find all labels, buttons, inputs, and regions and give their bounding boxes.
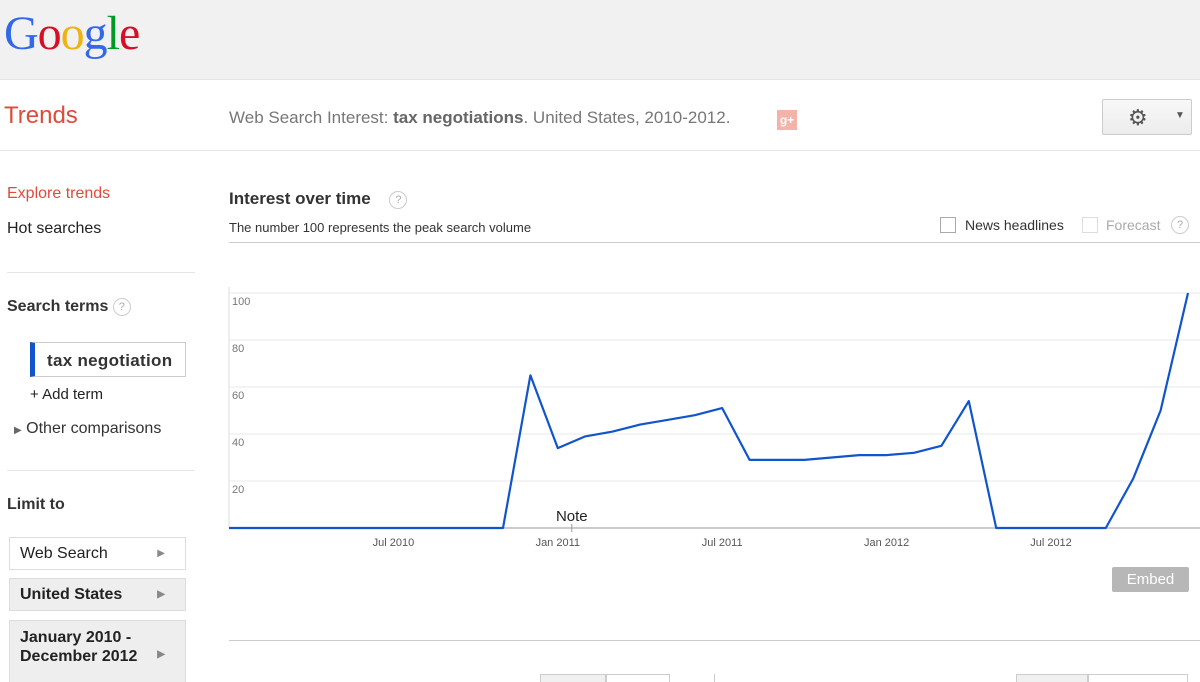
y-tick-label: 20 — [232, 484, 244, 496]
section-divider — [229, 640, 1200, 641]
divider — [714, 674, 715, 682]
y-tick-label: 80 — [232, 343, 244, 355]
x-tick-label: Jul 2010 — [373, 537, 415, 549]
y-tick-label: 40 — [232, 437, 244, 449]
embed-button[interactable]: Embed — [1112, 567, 1189, 592]
y-tick-label: 100 — [232, 296, 250, 308]
toggle-button[interactable] — [606, 674, 670, 682]
toggle-button[interactable] — [1088, 674, 1188, 682]
x-tick-label: Jan 2012 — [864, 537, 909, 549]
note-label: Note — [556, 508, 588, 525]
x-tick-label: Jul 2012 — [1030, 537, 1072, 549]
toggle-button[interactable] — [540, 674, 606, 682]
toggle-button[interactable] — [1016, 674, 1088, 682]
y-tick-label: 60 — [232, 390, 244, 402]
x-tick-label: Jan 2011 — [536, 537, 580, 549]
x-tick-label: Jul 2011 — [702, 537, 743, 549]
series-line — [229, 292, 1190, 530]
interest-over-time-chart: 20 40 60 80 100 Jul 2010 Jan 2011 Jul 2011 Jan 2… — [228, 287, 1200, 549]
